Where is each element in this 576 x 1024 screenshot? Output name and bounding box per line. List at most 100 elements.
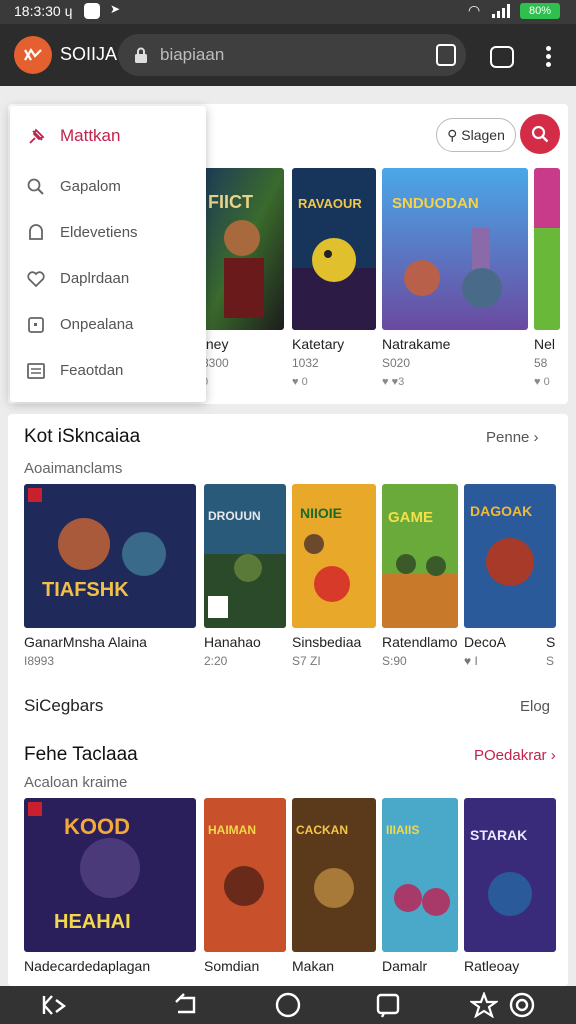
game-tile[interactable]: KOOD HEAHAI <box>24 798 196 952</box>
svg-text:HAIMAN: HAIMAN <box>208 823 256 837</box>
game-title: Somdian <box>204 958 260 974</box>
see-more-link[interactable]: POedakrar › <box>474 747 556 764</box>
sign-in-button[interactable]: ⚲ Slagen <box>436 118 516 152</box>
status-bar: 18:3:30 ɥ ➤ ◠ 80% <box>0 0 576 24</box>
game-meta: 58 <box>534 356 548 370</box>
game-meta: ♥ I <box>464 654 478 668</box>
user-icon: ⚲ <box>447 127 462 143</box>
tab-switcher-icon[interactable] <box>436 44 456 66</box>
game-tile[interactable]: STARAK <box>464 798 556 952</box>
home-icon[interactable] <box>274 992 302 1018</box>
svg-text:STARAK: STARAK <box>470 827 527 843</box>
see-more-link[interactable]: Penne › <box>486 429 539 446</box>
svg-text:DROUUN: DROUUN <box>208 509 261 523</box>
url-text: biapiaan <box>160 45 225 64</box>
square-icon <box>28 317 44 333</box>
see-more-link[interactable]: Elog <box>520 698 550 715</box>
menu-item-gapalom[interactable]: Gapalom <box>10 164 206 210</box>
svg-text:CACKAN: CACKAN <box>296 823 348 837</box>
game-title: Nel <box>534 336 556 352</box>
game-tile[interactable]: CACKAN <box>292 798 376 952</box>
game-meta: 1032 <box>292 356 319 370</box>
game-tile[interactable]: RAVAOUR <box>292 168 376 330</box>
game-tile[interactable]: NIIOIE <box>292 484 376 628</box>
svg-text:IIIAIIS: IIIAIIS <box>386 823 419 837</box>
game-tile[interactable]: HAIMAN <box>204 798 286 952</box>
game-meta: ♥ 0 <box>534 376 550 388</box>
game-meta: ♥ ♥3 <box>382 376 405 388</box>
game-title: S <box>546 634 556 650</box>
share-icon[interactable] <box>490 46 514 68</box>
bell-icon <box>29 224 43 240</box>
search-icon <box>27 178 44 195</box>
game-title: Natrakame <box>382 336 451 352</box>
url-bar[interactable]: biapiaan <box>118 34 466 76</box>
game-title: GanarMnsha Alaina <box>24 634 147 650</box>
game-title: Katetary <box>292 336 345 352</box>
star-icon[interactable] <box>470 992 498 1018</box>
notification-icon <box>84 3 100 19</box>
section-title: SiCegbars <box>24 696 104 715</box>
game-tile[interactable]: SNDUODAN <box>382 168 528 330</box>
menu-item-mattkan[interactable]: Mattkan <box>10 114 206 160</box>
game-meta: ♥ 0 <box>292 376 308 388</box>
game-tile[interactable]: GAME <box>382 484 458 628</box>
svg-text:GAME: GAME <box>388 509 433 526</box>
svg-text:RAVAOUR: RAVAOUR <box>298 196 362 211</box>
section-title: Kot iSkncaiaa <box>24 426 141 447</box>
app-name: SOIIJA <box>60 44 118 64</box>
game-tile[interactable]: TIAFSHK <box>24 484 196 628</box>
game-meta: S <box>546 654 555 668</box>
system-nav-bar <box>0 986 576 1024</box>
search-icon <box>531 125 549 143</box>
game-meta: S020 <box>382 356 411 370</box>
dropdown-menu: Mattkan Gapalom Eldevetiens Daplrdaan On… <box>10 106 206 402</box>
menu-item-daplrdaan[interactable]: Daplrdaan <box>10 256 206 302</box>
search-button[interactable] <box>520 114 560 154</box>
app-logo-icon[interactable] <box>14 36 52 74</box>
menu-item-eldevetiens[interactable]: Eldevetiens <box>10 210 206 256</box>
svg-text:TIAFSHK: TIAFSHK <box>42 579 129 601</box>
pin-icon <box>29 128 45 144</box>
section-title: Fehe Taclaaa <box>24 744 138 765</box>
menu-item-feaotdan[interactable]: Feaotdan <box>10 348 206 394</box>
svg-text:KOOD: KOOD <box>64 814 130 839</box>
status-time: 18:3:30 ɥ <box>14 3 73 19</box>
back-icon[interactable] <box>172 992 200 1018</box>
game-meta: 8300 <box>202 356 229 370</box>
game-tile[interactable]: IIIAIIS <box>382 798 458 952</box>
game-meta: S:90 <box>382 654 407 668</box>
wifi-icon: ◠ <box>468 2 481 18</box>
game-meta: I8993 <box>24 654 55 668</box>
game-title: Sinsbediaa <box>292 634 362 650</box>
game-title: Damalr <box>382 958 428 974</box>
signal-icon <box>492 4 512 18</box>
svg-text:DAGOAK: DAGOAK <box>470 503 532 519</box>
game-meta: S7 ZI <box>292 654 321 668</box>
accessibility-icon[interactable] <box>508 992 536 1018</box>
game-tile[interactable]: DROUUN <box>204 484 286 628</box>
list-icon <box>27 363 45 379</box>
game-tile[interactable]: FIICT <box>202 168 284 330</box>
lock-icon <box>135 47 147 63</box>
game-tile[interactable] <box>534 168 560 330</box>
game-title: Ratleoay <box>464 958 520 974</box>
recents-icon[interactable] <box>374 992 402 1018</box>
game-meta: 2:20 <box>204 654 228 668</box>
heart-icon <box>27 271 45 288</box>
game-title: DecoA <box>464 634 507 650</box>
game-title: Makan <box>292 958 335 974</box>
back-history-icon[interactable] <box>40 992 68 1018</box>
svg-text:NIIOIE: NIIOIE <box>300 505 342 521</box>
svg-text:HEAHAI: HEAHAI <box>54 911 131 933</box>
game-tile[interactable]: DAGOAK <box>464 484 556 628</box>
overflow-menu-icon[interactable] <box>540 44 556 70</box>
sections-card: Kot iSkncaiaa Penne › Aoaimanclams TIAFS… <box>8 414 568 986</box>
location-icon: ➤ <box>110 2 121 16</box>
menu-item-onpealana[interactable]: Onpealana <box>10 302 206 348</box>
game-title: Hanahao <box>204 634 261 650</box>
game-title: Ratendlamo <box>382 634 458 650</box>
section-subtitle: Acaloan kraime <box>24 774 128 791</box>
browser-toolbar: SOIIJA biapiaan <box>0 24 576 86</box>
battery-icon: 80% <box>520 3 560 19</box>
